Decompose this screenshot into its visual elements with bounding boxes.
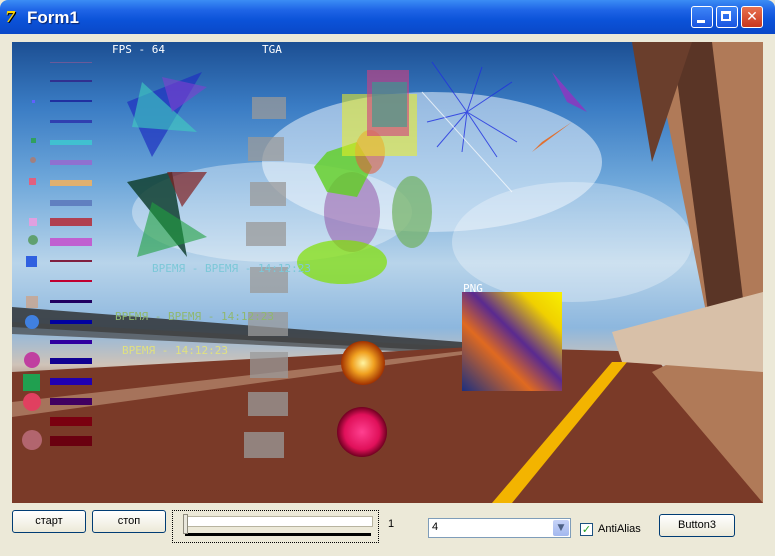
combobox-value: 4 — [432, 521, 439, 533]
trackbar-line — [185, 533, 371, 536]
maximize-button[interactable] — [716, 6, 738, 28]
chevron-down-icon[interactable]: ▼ — [553, 520, 569, 536]
start-button[interactable]: старт — [12, 510, 86, 533]
close-icon: ✕ — [746, 9, 758, 25]
time-text-a: ВРЕМЯ - ВРЕМЯ - 14:12:23 — [152, 262, 311, 275]
maximize-icon — [721, 11, 731, 21]
time-text-c: ВРЕМЯ - 14:12:23 — [122, 344, 228, 357]
minimize-icon — [697, 20, 705, 23]
window-title: Form1 — [27, 8, 79, 27]
stop-button[interactable]: стоп — [92, 510, 166, 533]
tga-label: TGA — [262, 43, 282, 56]
antialias-checkbox[interactable]: ✓ — [580, 523, 593, 536]
scene-graphics — [12, 42, 763, 503]
value-combobox[interactable]: 4 ▼ — [428, 518, 571, 538]
time-text-b: ВРЕМЯ - ВРЕМЯ - 14:12:23 — [115, 310, 274, 323]
button3[interactable]: Button3 — [659, 514, 735, 537]
render-viewport[interactable]: FPS - 64 TGA PNG ВРЕМЯ - ВРЕМЯ - 14:12:2… — [12, 42, 763, 503]
trackbar-panel — [172, 510, 379, 543]
main-window: 7 Form1 ✕ FPS - 64 TGA PNG ВРЕМЯ - ВРЕМЯ… — [0, 0, 775, 556]
png-label: PNG — [463, 282, 483, 295]
delphi-icon: 7 — [5, 8, 16, 26]
trackbar-value: 1 — [388, 518, 395, 530]
antialias-label[interactable]: AntiAlias — [598, 523, 641, 535]
trackbar-channel[interactable] — [185, 516, 373, 527]
fps-counter: FPS - 64 — [112, 43, 165, 56]
title-bar[interactable]: 7 Form1 ✕ — [0, 0, 775, 34]
minimize-button[interactable] — [691, 6, 713, 28]
trackbar-thumb[interactable] — [183, 514, 188, 534]
close-button[interactable]: ✕ — [741, 6, 763, 28]
